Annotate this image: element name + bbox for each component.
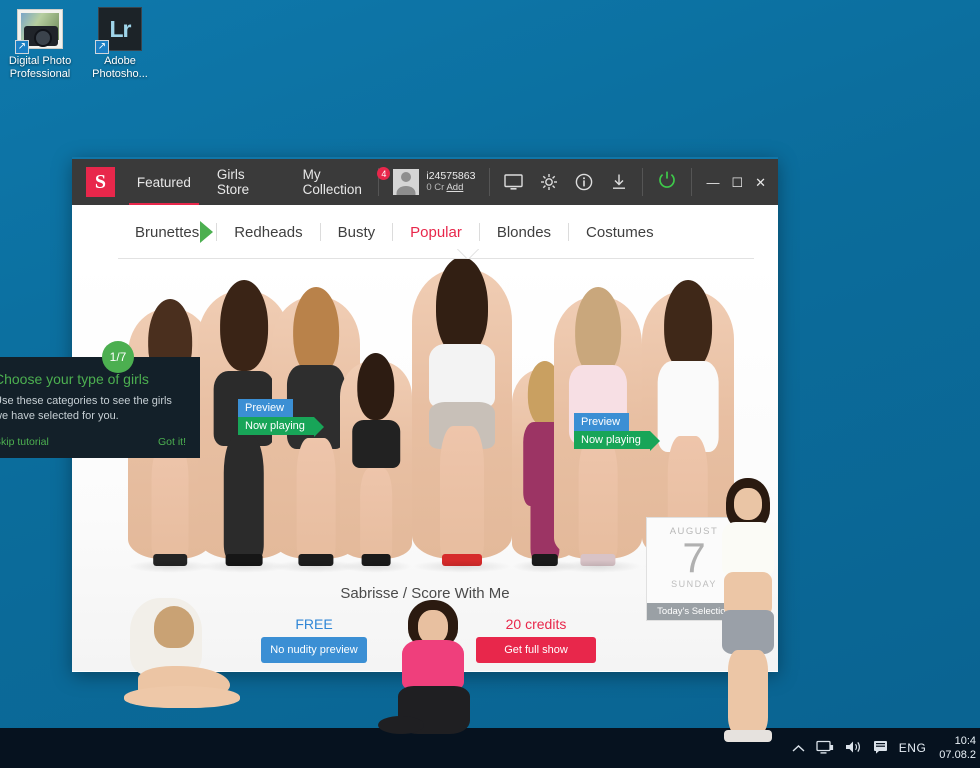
- app-logo-icon[interactable]: S: [86, 167, 115, 197]
- close-button[interactable]: ✕: [755, 176, 766, 189]
- desktop-icon-digital-photo-professional[interactable]: ↗ Digital Photo Professional: [0, 6, 80, 81]
- no-nudity-preview-button[interactable]: No nudity preview: [261, 637, 367, 663]
- clock-time: 10:4: [954, 735, 976, 747]
- tutorial-body: Use these categories to see the girls we…: [0, 395, 172, 422]
- show-info-block: Sabrisse / Score With Me FREE No nudity …: [72, 585, 778, 663]
- shortcut-arrow-icon: ↗: [15, 40, 29, 54]
- nav-tab-label: Featured: [136, 174, 191, 190]
- playback-badge-group: Preview Now playing: [238, 399, 324, 437]
- category-tab-popular[interactable]: Popular: [393, 224, 479, 241]
- lightroom-icon: Lr ↗: [95, 6, 143, 54]
- nav-tab-featured[interactable]: Featured: [128, 158, 199, 206]
- titlebar-divider: [489, 168, 491, 196]
- monitor-icon[interactable]: [504, 173, 524, 191]
- featured-stage: Preview Now playing Preview Now playing …: [72, 259, 778, 671]
- camera-photo-icon: ↗: [15, 6, 63, 54]
- skip-tutorial-link[interactable]: Skip tutorial: [0, 436, 49, 448]
- volume-icon[interactable]: [845, 740, 862, 756]
- nav-tab-label: My Collection: [302, 167, 362, 197]
- desktop-icon-label: Digital Photo Professional: [8, 55, 72, 80]
- tutorial-pointer-arrow-icon: [200, 221, 213, 243]
- system-tray: ENG 10:4 07.08.2: [792, 734, 980, 762]
- category-tab-bar: Brunettes Redheads Busty Popular Blondes…: [72, 205, 778, 259]
- desktop-background: ↗ Digital Photo Professional Lr ↗ Adobe …: [0, 0, 980, 768]
- category-tab-blondes[interactable]: Blondes: [480, 224, 568, 241]
- desktop-icon-adobe-lightroom[interactable]: Lr ↗ Adobe Photosho...: [80, 6, 160, 81]
- tutorial-title: Choose your type of girls: [0, 371, 149, 387]
- preview-badge[interactable]: Preview: [238, 399, 294, 417]
- tutorial-step-counter: 1/7: [102, 341, 134, 373]
- clock-date: 07.08.2: [939, 749, 976, 761]
- category-tab-busty[interactable]: Busty: [321, 224, 393, 241]
- titlebar-tool-icons: [504, 173, 628, 191]
- download-icon[interactable]: [610, 173, 628, 191]
- desktop-icon-label: Adobe Photosho...: [92, 55, 148, 80]
- minimize-button[interactable]: —: [706, 176, 719, 189]
- show-title: Sabrisse / Score With Me: [340, 585, 510, 602]
- shortcut-arrow-icon: ↗: [95, 40, 109, 54]
- user-credits-label: 0 Cr: [426, 182, 445, 193]
- calendar-day: 7: [682, 534, 706, 581]
- nav-tab-my-collection[interactable]: My Collection 4: [302, 158, 391, 206]
- windows-taskbar: ENG 10:4 07.08.2: [0, 728, 980, 768]
- offer-free: FREE No nudity preview: [234, 616, 394, 663]
- tutorial-tooltip: 1/7 Choose your type of girls Use these …: [0, 341, 200, 458]
- gear-icon[interactable]: [540, 173, 558, 191]
- offer-list: FREE No nudity preview 20 credits Get fu…: [72, 616, 778, 663]
- sexbox-app-window: S Featured Girls Store My Collection 4 i…: [0, 157, 778, 672]
- action-center-icon[interactable]: [873, 740, 888, 756]
- user-account-chip[interactable]: i24575863 0 Cr Add: [393, 169, 475, 195]
- info-icon[interactable]: [575, 173, 593, 191]
- network-icon[interactable]: [816, 740, 834, 757]
- nav-tab-label: Girls Store: [216, 167, 250, 197]
- category-tab-redheads[interactable]: Redheads: [217, 224, 319, 241]
- now-playing-badge[interactable]: Now playing: [574, 431, 660, 451]
- model-featured-center[interactable]: [412, 259, 512, 573]
- model-thumbnail[interactable]: [340, 353, 412, 573]
- offer-price: FREE: [295, 616, 333, 632]
- playback-badge-group: Preview Now playing: [574, 413, 660, 451]
- offer-price: 20 credits: [505, 616, 567, 632]
- titlebar-divider: [691, 168, 693, 196]
- now-playing-badge[interactable]: Now playing: [238, 417, 324, 437]
- got-it-button[interactable]: Got it!: [158, 436, 186, 448]
- titlebar-divider: [642, 168, 644, 196]
- preview-badge[interactable]: Preview: [574, 413, 630, 431]
- main-navigation: Featured Girls Store My Collection 4: [128, 158, 391, 206]
- avatar: [393, 169, 420, 195]
- language-indicator[interactable]: ENG: [899, 741, 927, 755]
- titlebar-right-cluster: i24575863 0 Cr Add — ☐ ✕: [378, 168, 778, 196]
- get-full-show-button[interactable]: Get full show: [476, 637, 596, 663]
- add-credits-link[interactable]: Add: [446, 182, 463, 193]
- window-titlebar: S Featured Girls Store My Collection 4 i…: [72, 157, 778, 206]
- window-controls: — ☐ ✕: [706, 176, 766, 189]
- desktop-icon-list: ↗ Digital Photo Professional Lr ↗ Adobe …: [0, 6, 160, 81]
- offer-paid: 20 credits Get full show: [456, 616, 616, 663]
- maximize-button[interactable]: ☐: [731, 176, 743, 189]
- nav-tab-girls-store[interactable]: Girls Store: [217, 158, 277, 206]
- chevron-up-icon[interactable]: [792, 741, 805, 755]
- category-tab-costumes[interactable]: Costumes: [569, 224, 671, 241]
- power-icon[interactable]: [657, 170, 677, 195]
- taskbar-clock[interactable]: 10:4 07.08.2: [939, 734, 976, 762]
- user-id-label: i24575863: [426, 170, 476, 182]
